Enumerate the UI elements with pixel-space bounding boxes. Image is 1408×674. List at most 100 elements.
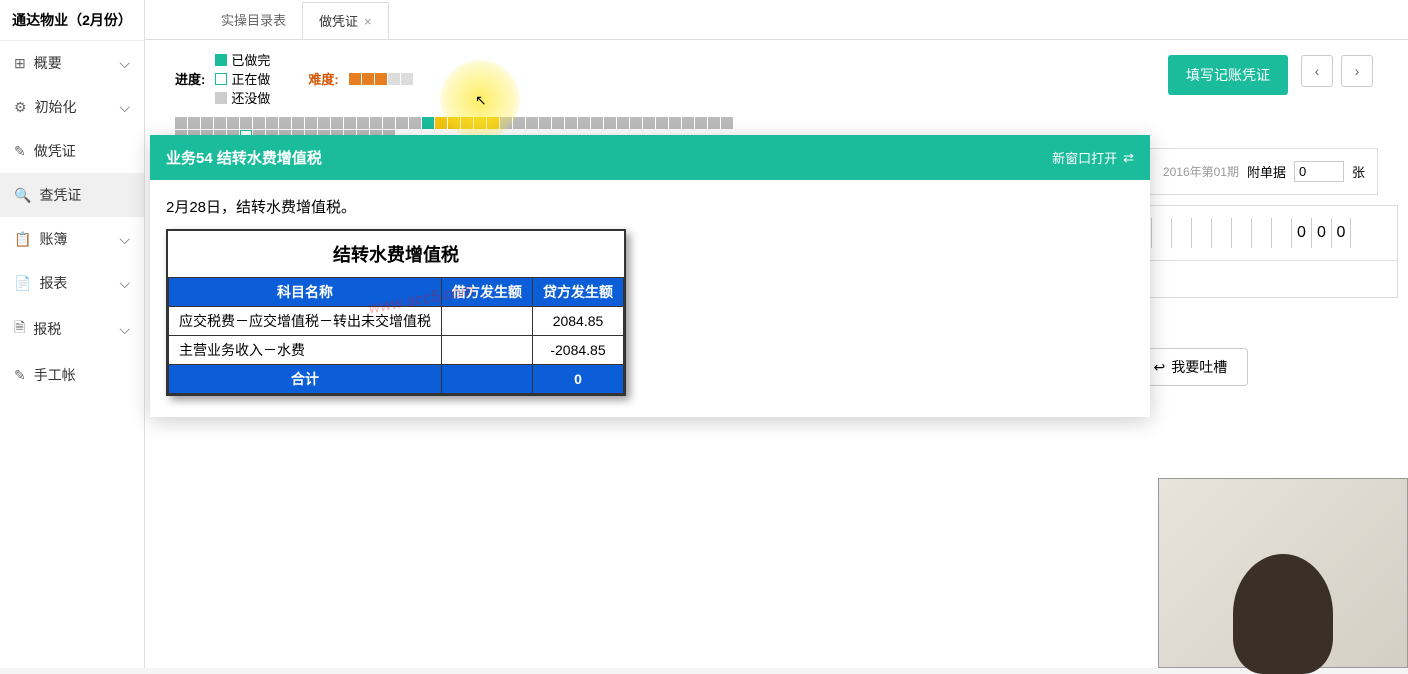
progress-cell[interactable] xyxy=(500,117,512,129)
cell-debit xyxy=(442,336,533,365)
progress-cell[interactable] xyxy=(188,117,200,129)
close-icon[interactable]: × xyxy=(364,14,372,29)
num-cell xyxy=(1251,218,1271,248)
progress-cell[interactable] xyxy=(539,117,551,129)
progress-cell[interactable] xyxy=(461,117,473,129)
sidebar-icon: 📄 xyxy=(14,275,31,292)
progress-cell[interactable] xyxy=(552,117,564,129)
cell-credit: 2084.85 xyxy=(533,307,624,336)
progress-cell[interactable] xyxy=(617,117,629,129)
progress-cell[interactable] xyxy=(227,117,239,129)
sidebar: 通达物业（2月份） ⊞概要⌵⚙初始化⌵✎做凭证🔍查凭证📋账簿⌵📄报表⌵🗎报税⌵✎… xyxy=(0,0,145,668)
star-icon xyxy=(388,73,400,85)
progress-cell[interactable] xyxy=(318,117,330,129)
tab-1[interactable]: 做凭证× xyxy=(302,2,389,39)
progress-cell[interactable] xyxy=(383,117,395,129)
progress-cell[interactable] xyxy=(526,117,538,129)
progress-cell[interactable] xyxy=(344,117,356,129)
modal-header: 业务54 结转水费增值税 新窗口打开 ⇄ xyxy=(150,135,1150,180)
num-cell: 0 xyxy=(1331,218,1351,248)
prev-button[interactable]: ‹ xyxy=(1301,55,1333,87)
sidebar-item-5[interactable]: 📄报表⌵ xyxy=(0,261,144,305)
sidebar-item-0[interactable]: ⊞概要⌵ xyxy=(0,41,144,85)
total-label: 合计 xyxy=(169,365,442,394)
modal-body: 2月28日，结转水费增值税。 结转水费增值税 科目名称借方发生额贷方发生额 应交… xyxy=(150,180,1150,417)
fill-voucher-button[interactable]: 填写记账凭证 xyxy=(1168,55,1288,95)
progress-cell[interactable] xyxy=(695,117,707,129)
progress-cell[interactable] xyxy=(305,117,317,129)
sidebar-label: 概要 xyxy=(34,53,120,73)
progress-cell[interactable] xyxy=(513,117,525,129)
progress-cell[interactable] xyxy=(240,117,252,129)
progress-cell[interactable] xyxy=(682,117,694,129)
progress-cell[interactable] xyxy=(253,117,265,129)
sidebar-item-2[interactable]: ✎做凭证 xyxy=(0,129,144,173)
legend-text: 已做完 xyxy=(231,50,270,69)
sidebar-item-6[interactable]: 🗎报税⌵ xyxy=(0,305,144,353)
attach-count-input[interactable] xyxy=(1294,161,1344,182)
chevron-down-icon: ⌵ xyxy=(119,99,130,116)
progress-cell[interactable] xyxy=(487,117,499,129)
chevron-down-icon: ⌵ xyxy=(119,231,130,248)
sidebar-title: 通达物业（2月份） xyxy=(0,0,144,41)
progress-cell[interactable] xyxy=(708,117,720,129)
legend-text: 正在做 xyxy=(231,69,270,88)
open-new-label: 新窗口打开 xyxy=(1052,148,1117,167)
progress-cell[interactable] xyxy=(721,117,733,129)
num-cell xyxy=(1231,218,1251,248)
progress-cell[interactable] xyxy=(357,117,369,129)
cell-debit xyxy=(442,307,533,336)
num-cell xyxy=(1211,218,1231,248)
progress-cell[interactable] xyxy=(656,117,668,129)
table-caption: 结转水费增值税 xyxy=(168,231,624,277)
voucher-period: 2016年第01期 xyxy=(1163,163,1239,180)
legend-not: 还没做 xyxy=(215,88,270,107)
sidebar-label: 手工帐 xyxy=(34,365,130,385)
progress-cell[interactable] xyxy=(175,117,187,129)
progress-cell[interactable] xyxy=(266,117,278,129)
table-row: 应交税费－应交增值税－转出未交增值税 2084.85 xyxy=(169,307,624,336)
sidebar-icon: 📋 xyxy=(14,231,31,248)
progress-cell[interactable] xyxy=(331,117,343,129)
progress-cell[interactable] xyxy=(214,117,226,129)
sidebar-item-3[interactable]: 🔍查凭证 xyxy=(0,173,144,217)
next-button[interactable]: › xyxy=(1341,55,1373,87)
chevron-down-icon: ⌵ xyxy=(119,55,130,72)
progress-cell[interactable] xyxy=(409,117,421,129)
progress-cell[interactable] xyxy=(448,117,460,129)
difficulty-stars xyxy=(349,73,413,85)
progress-cell[interactable] xyxy=(604,117,616,129)
progress-cell[interactable] xyxy=(396,117,408,129)
tab-0[interactable]: 实操目录表 xyxy=(205,2,302,37)
sidebar-label: 做凭证 xyxy=(34,141,130,161)
progress-cell[interactable] xyxy=(630,117,642,129)
sidebar-item-1[interactable]: ⚙初始化⌵ xyxy=(0,85,144,129)
progress-cell[interactable] xyxy=(474,117,486,129)
progress-cell[interactable] xyxy=(578,117,590,129)
sidebar-item-4[interactable]: 📋账簿⌵ xyxy=(0,217,144,261)
sidebar-icon: ⚙ xyxy=(14,99,27,116)
progress-cell[interactable] xyxy=(279,117,291,129)
progress-cell[interactable] xyxy=(292,117,304,129)
progress-cell[interactable] xyxy=(669,117,681,129)
detail-table: 结转水费增值税 科目名称借方发生额贷方发生额 应交税费－应交增值税－转出未交增值… xyxy=(168,231,624,394)
sidebar-item-7[interactable]: ✎手工帐 xyxy=(0,353,144,397)
progress-cell[interactable] xyxy=(422,117,434,129)
sidebar-label: 报税 xyxy=(33,319,119,339)
progress-cell[interactable] xyxy=(370,117,382,129)
num-cell xyxy=(1151,218,1171,248)
progress-cell[interactable] xyxy=(435,117,447,129)
difficulty-label: 难度: xyxy=(308,69,338,88)
detail-table-wrap: 结转水费增值税 科目名称借方发生额贷方发生额 应交税费－应交增值税－转出未交增值… xyxy=(166,229,626,396)
chevron-down-icon: ⌵ xyxy=(119,321,130,338)
open-new-window-button[interactable]: 新窗口打开 ⇄ xyxy=(1052,148,1134,167)
progress-cell[interactable] xyxy=(565,117,577,129)
action-label: 我要吐槽 xyxy=(1171,357,1227,377)
cell-name: 应交税费－应交增值税－转出未交增值税 xyxy=(169,307,442,336)
num-cell: 0 xyxy=(1311,218,1331,248)
progress-cell[interactable] xyxy=(643,117,655,129)
progress-cell[interactable] xyxy=(201,117,213,129)
progress-cell[interactable] xyxy=(591,117,603,129)
sidebar-label: 查凭证 xyxy=(39,185,130,205)
modal-description: 2月28日，结转水费增值税。 xyxy=(166,196,1134,217)
